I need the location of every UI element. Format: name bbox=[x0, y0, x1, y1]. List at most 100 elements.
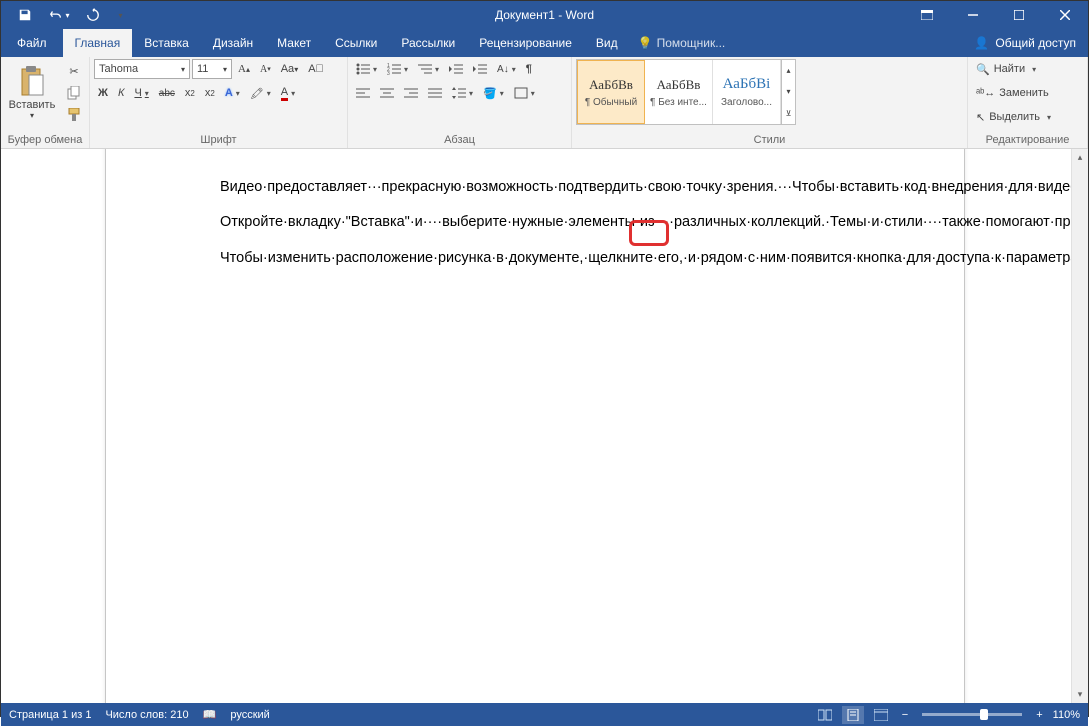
lightbulb-icon: 💡 bbox=[638, 36, 653, 50]
paragraph-3[interactable]: Чтобы·изменить·расположение·рисунка·в·до… bbox=[220, 249, 850, 268]
ribbon-tabs: Файл Главная Вставка Дизайн Макет Ссылки… bbox=[1, 29, 1088, 57]
document-area: Видео·предоставляет···прекрасную·возможн… bbox=[1, 149, 1088, 703]
decrease-indent-button[interactable] bbox=[445, 59, 467, 79]
zoom-in-button[interactable]: + bbox=[1032, 709, 1046, 721]
font-label: Шрифт bbox=[94, 132, 343, 148]
style-no-spacing[interactable]: АаБбВв ¶ Без инте... bbox=[645, 60, 713, 124]
tab-insert[interactable]: Вставка bbox=[132, 29, 201, 57]
undo-button[interactable]: ▾ bbox=[43, 3, 75, 27]
bullets-button[interactable] bbox=[352, 59, 381, 79]
scroll-down[interactable]: ▾ bbox=[1072, 686, 1088, 703]
shrink-font-button[interactable]: A▾ bbox=[256, 59, 275, 79]
tab-layout[interactable]: Макет bbox=[265, 29, 323, 57]
text-effects-button[interactable]: A bbox=[221, 83, 244, 103]
gallery-more[interactable]: ⊻ bbox=[782, 103, 795, 124]
borders-button[interactable] bbox=[510, 83, 539, 103]
styles-gallery[interactable]: АаБбВв ¶ Обычный АаБбВв ¶ Без инте... Аа… bbox=[576, 59, 796, 125]
increase-indent-button[interactable] bbox=[469, 59, 491, 79]
group-styles: АаБбВв ¶ Обычный АаБбВв ¶ Без инте... Аа… bbox=[572, 57, 968, 148]
copy-button[interactable] bbox=[63, 83, 85, 103]
tab-review[interactable]: Рецензирование bbox=[467, 29, 584, 57]
align-left-button[interactable] bbox=[352, 83, 374, 103]
web-layout-button[interactable] bbox=[870, 706, 892, 724]
tab-file[interactable]: Файл bbox=[1, 29, 63, 57]
tab-mailings[interactable]: Рассылки bbox=[389, 29, 467, 57]
italic-button[interactable]: К bbox=[114, 83, 128, 103]
font-color-button[interactable]: A bbox=[277, 83, 299, 103]
gallery-down[interactable]: ▾ bbox=[782, 81, 795, 102]
minimize-button[interactable] bbox=[950, 1, 996, 29]
paste-button[interactable]: Вставить ▾ bbox=[5, 59, 59, 125]
numbering-button[interactable]: 123 bbox=[383, 59, 412, 79]
multilevel-list-button[interactable] bbox=[414, 59, 443, 79]
status-bar: Страница 1 из 1 Число слов: 210 📖 русски… bbox=[1, 703, 1088, 726]
zoom-level[interactable]: 110% bbox=[1053, 709, 1080, 721]
select-button[interactable]: ↖Выделить bbox=[972, 107, 1083, 127]
tab-references[interactable]: Ссылки bbox=[323, 29, 389, 57]
zoom-slider[interactable] bbox=[922, 713, 1022, 716]
zoom-out-button[interactable]: − bbox=[898, 709, 912, 721]
ribbon-display-options[interactable] bbox=[904, 1, 950, 29]
bold-button[interactable]: Ж bbox=[94, 83, 112, 103]
paragraph-1[interactable]: Видео·предоставляет···прекрасную·возможн… bbox=[220, 178, 850, 197]
font-size-combo[interactable]: 11▾ bbox=[192, 59, 232, 79]
search-icon: 🔍 bbox=[976, 63, 990, 76]
read-mode-button[interactable] bbox=[814, 706, 836, 724]
qat-customize[interactable] bbox=[111, 3, 127, 27]
subscript-button[interactable]: x2 bbox=[181, 83, 199, 103]
group-font: Tahoma▾ 11▾ A▴ A▾ Aa▾ A⃠ Ж К Ч abc x2 x2… bbox=[90, 57, 348, 148]
quick-access-toolbar: ▾ bbox=[1, 3, 127, 27]
paragraph-2[interactable]: Откройте·вкладку·"Вставка"·и····выберите… bbox=[220, 213, 850, 232]
tell-me[interactable]: 💡Помощник... bbox=[638, 29, 726, 57]
redo-button[interactable] bbox=[77, 3, 109, 27]
document-page[interactable]: Видео·предоставляет···прекрасную·возможн… bbox=[105, 149, 965, 703]
save-button[interactable] bbox=[9, 3, 41, 27]
format-painter-button[interactable] bbox=[63, 105, 85, 125]
tab-view[interactable]: Вид bbox=[584, 29, 630, 57]
style-normal[interactable]: АаБбВв ¶ Обычный bbox=[577, 60, 645, 124]
line-spacing-button[interactable] bbox=[448, 83, 477, 103]
shading-button[interactable]: 🪣 bbox=[479, 83, 508, 103]
align-center-button[interactable] bbox=[376, 83, 398, 103]
replace-button[interactable]: ᵃᵇ↔Заменить bbox=[972, 83, 1083, 103]
share-button[interactable]: 👤Общий доступ bbox=[962, 29, 1088, 57]
style-heading1[interactable]: АаБбВі Заголово... bbox=[713, 60, 781, 124]
find-button[interactable]: 🔍Найти bbox=[972, 59, 1083, 79]
grow-font-button[interactable]: A▴ bbox=[234, 59, 254, 79]
justify-button[interactable] bbox=[424, 83, 446, 103]
tab-home[interactable]: Главная bbox=[63, 29, 133, 57]
paste-label: Вставить bbox=[9, 99, 56, 111]
underline-button[interactable]: Ч bbox=[130, 83, 152, 103]
align-right-button[interactable] bbox=[400, 83, 422, 103]
tab-design[interactable]: Дизайн bbox=[201, 29, 265, 57]
word-count[interactable]: Число слов: 210 bbox=[105, 709, 188, 721]
page-indicator[interactable]: Страница 1 из 1 bbox=[9, 709, 91, 721]
maximize-button[interactable] bbox=[996, 1, 1042, 29]
scroll-up[interactable]: ▴ bbox=[1072, 149, 1088, 166]
replace-icon: ᵃᵇ↔ bbox=[976, 87, 995, 99]
bullets-icon bbox=[356, 63, 370, 75]
print-layout-button[interactable] bbox=[842, 706, 864, 724]
show-marks-button[interactable]: ¶ bbox=[522, 59, 536, 79]
cut-button[interactable]: ✂ bbox=[63, 61, 85, 81]
change-case-button[interactable]: Aa▾ bbox=[277, 59, 302, 79]
editing-label: Редактирование bbox=[972, 132, 1083, 148]
strike-button[interactable]: abc bbox=[155, 83, 179, 103]
sort-button[interactable]: A↓ bbox=[493, 59, 520, 79]
clear-formatting-button[interactable]: A⃠ bbox=[304, 59, 328, 79]
styles-label: Стили bbox=[576, 132, 963, 148]
numbering-icon: 123 bbox=[387, 63, 401, 75]
proofing-icon[interactable]: 📖 bbox=[203, 708, 217, 721]
superscript-button[interactable]: x2 bbox=[201, 83, 219, 103]
vertical-scrollbar[interactable]: ▴ ▾ bbox=[1071, 149, 1088, 703]
highlight-button[interactable]: 🖍 bbox=[246, 83, 275, 103]
scissors-icon: ✂ bbox=[69, 65, 78, 78]
title-bar: ▾ Документ1 - Word bbox=[1, 1, 1088, 29]
window-controls bbox=[904, 1, 1088, 29]
gallery-up[interactable]: ▴ bbox=[782, 60, 795, 81]
language-indicator[interactable]: русский bbox=[230, 709, 269, 721]
close-button[interactable] bbox=[1042, 1, 1088, 29]
brush-icon bbox=[67, 108, 81, 122]
gallery-scroll: ▴ ▾ ⊻ bbox=[781, 60, 795, 124]
font-name-combo[interactable]: Tahoma▾ bbox=[94, 59, 190, 79]
